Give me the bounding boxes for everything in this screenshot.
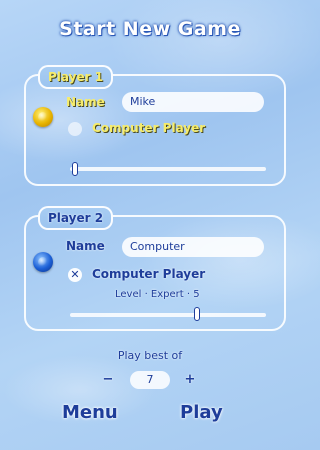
- player1-computer-label[interactable]: Computer Player: [92, 121, 205, 135]
- player1-orb-icon: [33, 107, 53, 127]
- player1-computer-checkbox[interactable]: [68, 122, 82, 136]
- best-of-label: Play best of: [117, 349, 183, 362]
- best-of-minus-button[interactable]: −: [100, 372, 116, 388]
- player2-label: Player 2: [38, 206, 114, 230]
- player1-level-slider-track[interactable]: [70, 167, 266, 171]
- player2-orb-icon: [33, 252, 53, 272]
- player1-label: Player 1: [38, 65, 114, 89]
- best-of-plus-button[interactable]: +: [182, 372, 198, 388]
- menu-button[interactable]: Menu: [62, 402, 118, 423]
- player2-name-label: Name: [66, 239, 105, 253]
- player2-level-slider-track[interactable]: [70, 313, 266, 317]
- player1-name-field[interactable]: [122, 92, 264, 112]
- page-title: Start New Game: [59, 18, 241, 40]
- player1-name-label: Name: [66, 95, 105, 109]
- player2-computer-label[interactable]: Computer Player: [92, 267, 205, 281]
- player2-level-text: Level · Expert · 5: [115, 289, 200, 300]
- play-button[interactable]: Play: [180, 402, 223, 423]
- player2-computer-checkbox[interactable]: ✕: [68, 268, 82, 282]
- player2-name-field[interactable]: [122, 237, 264, 257]
- player1-level-slider-thumb[interactable]: [72, 162, 78, 176]
- best-of-value: 7: [130, 371, 170, 389]
- player2-level-slider-thumb[interactable]: [194, 307, 200, 321]
